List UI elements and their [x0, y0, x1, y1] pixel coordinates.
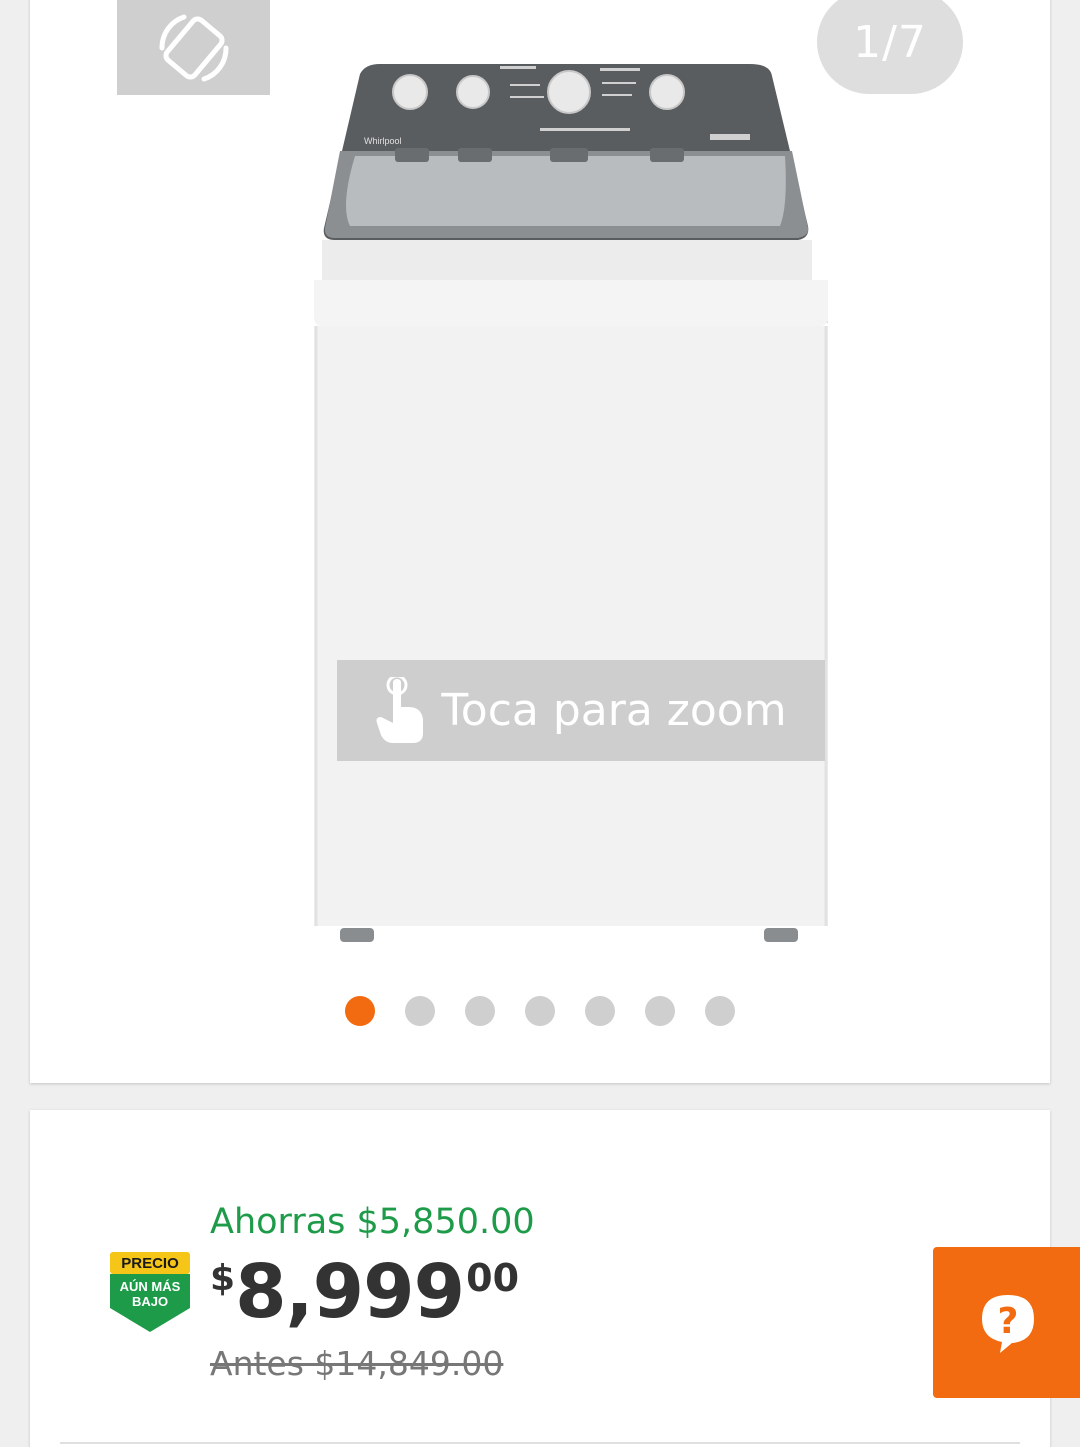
- rotate-button[interactable]: [117, 0, 270, 95]
- price-whole: 8,999: [235, 1249, 465, 1335]
- pagination-dot-4[interactable]: [525, 996, 555, 1026]
- brand-logo: Whirlpool: [364, 136, 402, 146]
- tap-hand-icon: [376, 676, 424, 743]
- divider: [60, 1442, 1020, 1444]
- lowest-price-badge: PRECIO AÚN MÁS BAJO: [110, 1252, 190, 1332]
- screen-rotation-icon: [158, 14, 229, 81]
- current-price: $ 8,999 00: [210, 1250, 519, 1334]
- pagination-dot-7[interactable]: [705, 996, 735, 1026]
- pagination-dot-3[interactable]: [465, 996, 495, 1026]
- svg-text:?: ?: [998, 1301, 1019, 1342]
- image-gallery[interactable]: 1/7 Whirlpool Toca para zoom: [30, 0, 1050, 1083]
- savings-text: Ahorras $5,850.00: [210, 1202, 535, 1242]
- price-section: PRECIO AÚN MÁS BAJO Ahorras $5,850.00 $ …: [30, 1110, 1050, 1447]
- badge-line2: AÚN MÁS: [120, 1279, 181, 1294]
- badge-line1: PRECIO: [121, 1255, 179, 1272]
- pagination-dot-5[interactable]: [585, 996, 615, 1026]
- washing-machine-image: Whirlpool: [314, 64, 828, 942]
- badge-line3: BAJO: [132, 1294, 168, 1309]
- zoom-hint[interactable]: Toca para zoom: [337, 660, 825, 761]
- help-button[interactable]: ?: [933, 1247, 1080, 1398]
- product-page: 1/7 Whirlpool Toca para zoom PRECIO AÚN …: [0, 0, 1080, 1447]
- pagination-dot-1[interactable]: [345, 996, 375, 1026]
- price-cents: 00: [466, 1256, 520, 1300]
- pagination-dots: [30, 996, 1050, 1028]
- zoom-hint-label: Toca para zoom: [441, 685, 787, 736]
- price-currency: $: [210, 1258, 236, 1299]
- pagination-dot-2[interactable]: [405, 996, 435, 1026]
- help-bubble-icon: ?: [982, 1294, 1034, 1353]
- original-price: Antes $14,849.00: [210, 1344, 504, 1383]
- pagination-dot-6[interactable]: [645, 996, 675, 1026]
